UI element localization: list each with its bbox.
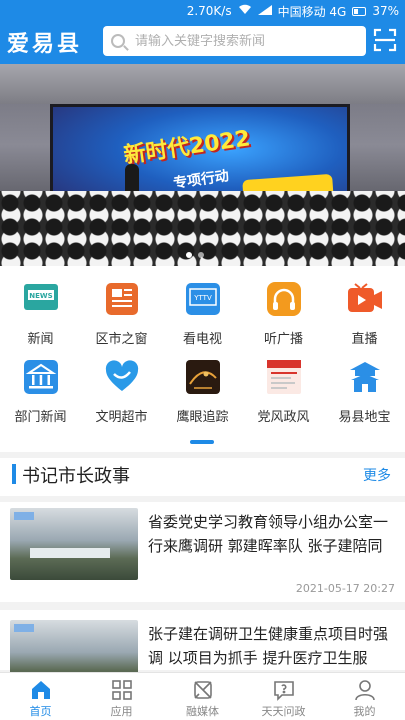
carrier-label: 中国移动 4G — [277, 4, 347, 19]
grid-label: 直播 — [351, 332, 378, 347]
grid-label: 党风政风 — [257, 410, 310, 425]
grid-item-tv[interactable]: YTTV 看电视 — [162, 280, 243, 350]
network-speed: 2.70K/s — [186, 4, 232, 18]
headphones-icon — [265, 280, 303, 318]
header: 2.70K/s 中国移动 4G 37% 爱易县 — [0, 0, 405, 64]
battery-level: 37% — [372, 4, 399, 18]
grid-label: 听广播 — [263, 332, 303, 347]
grid-label: 文明超市 — [95, 410, 148, 425]
news-icon: NEWS — [22, 280, 60, 318]
news-thumbnail — [10, 508, 138, 580]
grid-item-live[interactable]: 直播 — [324, 280, 405, 350]
grid-item-dept-news[interactable]: 部门新闻 — [0, 358, 81, 428]
grid-item-window[interactable]: 区市之窗 — [81, 280, 162, 350]
grid-item-yixian-treasure[interactable]: 易县地宝 — [324, 358, 405, 428]
brand-title: 爱易县 — [7, 32, 83, 57]
news-item[interactable]: 省委党史学习教育领导小组办公室一行来鹰调研 郭建晖率队 张子建陪同 2021-0… — [0, 506, 405, 598]
carousel-dot[interactable] — [198, 252, 204, 258]
svg-text:YTTV: YTTV — [193, 294, 212, 302]
grid-label: 鹰眼追踪 — [176, 410, 229, 425]
eagle-eye-icon — [184, 358, 222, 396]
divider — [0, 496, 405, 502]
party-icon — [265, 358, 303, 396]
banner-screen-subtitle: 专项行动 — [172, 168, 230, 192]
search-box[interactable] — [103, 26, 366, 56]
battery-icon — [352, 6, 367, 16]
more-link[interactable]: 更多 — [363, 465, 391, 485]
grid-item-civic-market[interactable]: 文明超市 — [81, 358, 162, 428]
section-header: 书记市长政事 更多 — [0, 458, 405, 492]
news-item[interactable]: 张子建在调研卫生健康重点项目时强调 以项目为抓手 提升医疗卫生服 — [0, 614, 405, 692]
thumbnail-logo — [14, 512, 34, 520]
grid-item-party[interactable]: 党风政风 — [243, 358, 324, 428]
user-icon — [354, 679, 376, 701]
signal-icon — [257, 4, 272, 18]
bank-icon — [22, 358, 60, 396]
news-time: 2021-05-17 20:27 — [295, 582, 395, 595]
tab-daily-questions[interactable]: 天天问政 — [243, 673, 324, 720]
news-title: 张子建在调研卫生健康重点项目时强调 以项目为抓手 提升医疗卫生服 — [148, 625, 389, 667]
grid-label: 区市之窗 — [95, 332, 148, 347]
tab-home[interactable]: 首页 — [0, 673, 81, 720]
grid-label: 看电视 — [182, 332, 222, 347]
grid-page-indicator — [190, 440, 214, 444]
grid-item-news[interactable]: NEWS 新闻 — [0, 280, 81, 350]
thumbnail-logo — [14, 624, 34, 632]
tab-label: 首页 — [29, 705, 52, 718]
news-title: 省委党史学习教育领导小组办公室一行来鹰调研 郭建晖率队 张子建陪同 — [148, 513, 389, 555]
search-input[interactable] — [135, 33, 355, 49]
ceiling — [0, 64, 405, 104]
heart-icon — [103, 358, 141, 396]
pagoda-icon — [346, 358, 384, 396]
tab-label: 融媒体 — [186, 705, 219, 718]
grid-label: 部门新闻 — [14, 410, 67, 425]
tab-label: 应用 — [110, 705, 133, 718]
tab-label: 天天问政 — [261, 705, 306, 718]
feature-grid: NEWS 新闻 区市之窗 YTTV 看电视 听广播 直播 部门新闻 文明超市 鹰… — [0, 266, 405, 452]
grid-label: 易县地宝 — [338, 410, 391, 425]
meeting-table — [30, 548, 110, 558]
svg-text:NEWS: NEWS — [29, 292, 52, 300]
scan-icon[interactable] — [373, 28, 397, 52]
window-icon — [103, 280, 141, 318]
apps-icon — [111, 679, 133, 701]
banner-carousel[interactable]: 新时代2022 专项行动 — [0, 64, 405, 266]
search-icon — [111, 34, 125, 48]
bottom-tab-bar: 首页 应用 融媒体 天天问政 我的 — [0, 672, 405, 720]
app-root: 2.70K/s 中国移动 4G 37% 爱易县 请输入关键字搜索新闻 新时代20… — [0, 0, 405, 720]
home-icon — [30, 679, 52, 701]
live-icon — [346, 280, 384, 318]
section-accent-bar — [12, 464, 16, 484]
wifi-icon — [238, 4, 252, 18]
app-bar: 爱易县 — [0, 24, 405, 60]
leaders-affairs-section: 书记市长政事 更多 省委党史学习教育领导小组办公室一行来鹰调研 郭建晖率队 张子… — [0, 458, 405, 692]
tv-icon: YTTV — [184, 280, 222, 318]
banner-screen-title: 新时代2022 — [122, 126, 252, 169]
carousel-dots — [186, 252, 204, 258]
divider — [0, 602, 405, 610]
grid-item-radio[interactable]: 听广播 — [243, 280, 324, 350]
grid-item-eagle-eye[interactable]: 鹰眼追踪 — [162, 358, 243, 428]
tab-label: 我的 — [353, 705, 376, 718]
section-title: 书记市长政事 — [22, 466, 130, 487]
tab-profile[interactable]: 我的 — [324, 673, 405, 720]
media-icon — [192, 679, 214, 701]
tab-apps[interactable]: 应用 — [81, 673, 162, 720]
question-icon — [273, 679, 295, 701]
status-bar: 2.70K/s 中国移动 4G 37% — [0, 0, 405, 22]
grid-label: 新闻 — [27, 332, 54, 347]
carousel-dot[interactable] — [186, 252, 192, 258]
tab-media[interactable]: 融媒体 — [162, 673, 243, 720]
